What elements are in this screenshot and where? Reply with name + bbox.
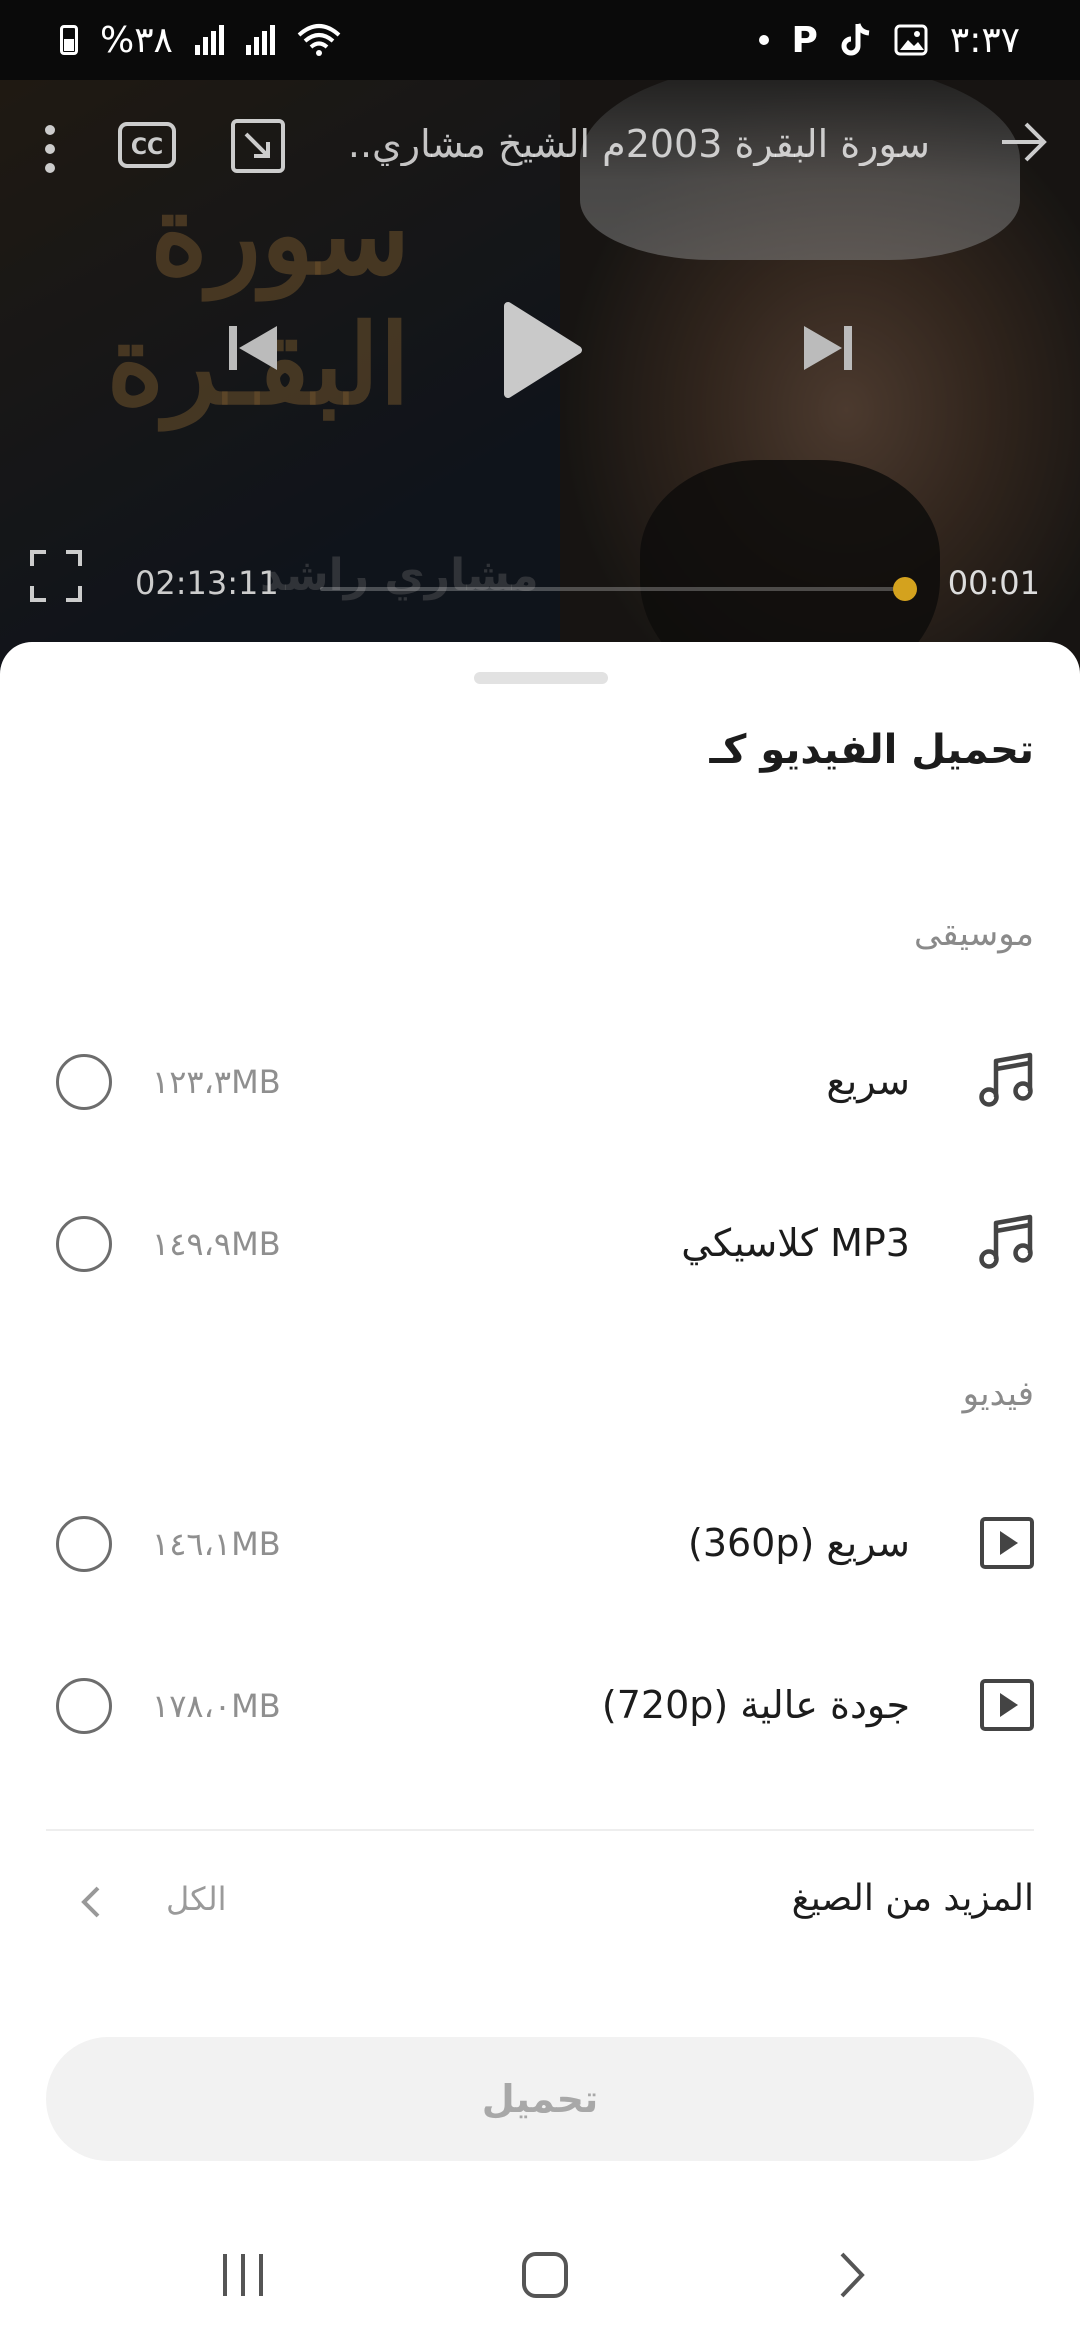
option-label: جودة عالية (720p) (601, 1683, 910, 1727)
back-arrow-icon[interactable] (998, 120, 1050, 164)
status-bar: %٣٨ P ٣:٣٧ (0, 0, 1080, 80)
sheet-drag-handle[interactable] (474, 672, 608, 684)
battery-icon (60, 25, 78, 55)
option-size: ١٢٣،٣MB (152, 1063, 281, 1101)
option-label: سريع (360p) (688, 1521, 910, 1565)
picture-in-picture-icon[interactable] (230, 118, 286, 174)
signal-icon-2 (245, 25, 275, 55)
sheet-title: تحميل الفيديو كـ (709, 727, 1034, 773)
music-note-icon (976, 1211, 1040, 1279)
p-app-icon: P (791, 19, 818, 61)
option-label: سريع (826, 1059, 910, 1103)
option-size: ١٤٩،٩MB (152, 1225, 281, 1263)
option-radio[interactable] (56, 1054, 112, 1110)
option-label: MP3 كلاسيكي (681, 1221, 910, 1265)
wifi-icon (297, 23, 341, 57)
video-player[interactable]: سورة البقـرة مشاري راشد CC سورة البقرة 2… (0, 80, 1080, 680)
more-formats-row[interactable]: المزيد من الصيغ الكل (0, 1862, 1080, 1942)
closed-captions-icon[interactable]: CC (118, 122, 176, 168)
status-time: ٣:٣٧ (949, 19, 1020, 61)
playback-controls (0, 302, 1080, 470)
music-note-icon (976, 1049, 1040, 1117)
progress-track[interactable] (320, 587, 910, 591)
video-play-icon (976, 1511, 1040, 1579)
option-radio[interactable] (56, 1678, 112, 1734)
chevron-left-icon[interactable] (76, 1882, 104, 1926)
video-duration: 02:13:11 (135, 564, 279, 602)
music-section-label: موسيقى (913, 914, 1034, 954)
music-option-mp3[interactable]: MP3 كلاسيكي ١٤٩،٩MB (0, 1185, 1080, 1305)
home-icon[interactable] (520, 2250, 570, 2304)
video-title: سورة البقرة 2003م الشيخ مشاري.. (347, 122, 930, 166)
system-nav-bar (0, 2210, 1080, 2340)
tiktok-icon (840, 22, 872, 58)
play-icon[interactable] (500, 300, 584, 400)
battery-level: %٣٨ (100, 19, 173, 61)
video-option-360p[interactable]: سريع (360p) ١٤٦،١MB (0, 1485, 1080, 1605)
video-current-time: 00:01 (947, 564, 1040, 602)
video-play-icon (976, 1673, 1040, 1741)
more-options-icon[interactable] (40, 124, 60, 174)
video-option-720p[interactable]: جودة عالية (720p) ١٧٨،٠MB (0, 1647, 1080, 1767)
skip-previous-icon[interactable] (225, 320, 281, 376)
notification-dot-icon (759, 35, 770, 45)
more-formats-label: المزيد من الصيغ (791, 1878, 1034, 1919)
music-option-fast[interactable]: سريع ١٢٣،٣MB (0, 1023, 1080, 1143)
option-radio[interactable] (56, 1516, 112, 1572)
player-bottom-bar: 02:13:11 00:01 (0, 550, 1080, 630)
video-section-label: فيديو (962, 1374, 1034, 1414)
option-radio[interactable] (56, 1216, 112, 1272)
status-left: %٣٨ (60, 20, 341, 61)
fullscreen-icon[interactable] (30, 550, 82, 602)
back-icon[interactable] (832, 2250, 872, 2304)
download-button[interactable]: تحميل (46, 2037, 1034, 2161)
option-size: ١٤٦،١MB (152, 1525, 281, 1563)
recents-icon[interactable] (218, 2250, 268, 2304)
all-formats-link[interactable]: الكل (166, 1880, 227, 1918)
gallery-icon (894, 24, 928, 56)
svg-text:CC: CC (131, 135, 163, 160)
skip-next-icon[interactable] (800, 320, 856, 376)
progress-knob[interactable] (893, 577, 917, 601)
download-sheet: تحميل الفيديو كـ موسيقى سريع ١٢٣،٣MB MP3… (0, 642, 1080, 2340)
option-size: ١٧٨،٠MB (152, 1687, 281, 1725)
signal-icon (194, 25, 224, 55)
divider (46, 1829, 1034, 1831)
status-right: P ٣:٣٧ (759, 20, 1020, 61)
